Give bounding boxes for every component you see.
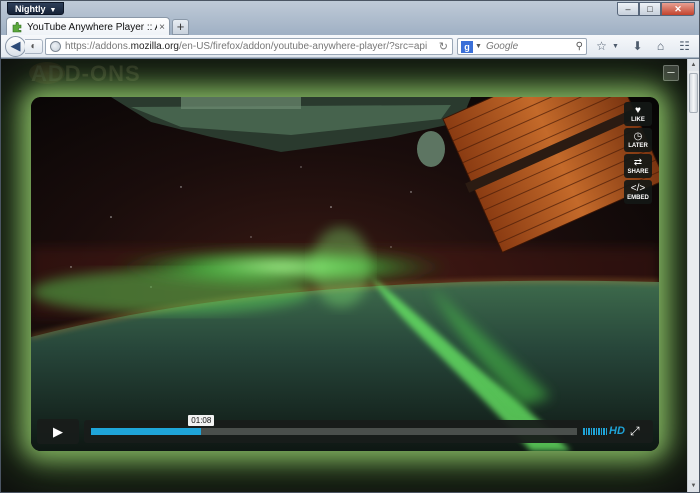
navigation-toolbar: ◀ ◐ https://addons.mozilla.org/en-US/fir… <box>1 35 699 58</box>
identity-icon: ◐ <box>30 41 37 52</box>
new-tab-button[interactable]: + <box>172 19 189 35</box>
tab-close-icon[interactable]: × <box>159 22 165 33</box>
scroll-up-icon[interactable]: ▲ <box>688 59 699 71</box>
video-player[interactable]: ♥ LIKE ◷ LATER ⇄ SHARE </> EMBED ▶ 01:08… <box>31 97 659 451</box>
title-bar: Nightly ▼ – □ ✕ YouTube Anywhere Player :… <box>1 1 699 36</box>
browser-window: Nightly ▼ – □ ✕ YouTube Anywhere Player :… <box>0 0 700 493</box>
progress-fill <box>91 428 202 435</box>
url-host: mozilla.org <box>130 41 179 52</box>
app-menu-label: Nightly <box>15 4 46 14</box>
progress-bar[interactable]: 01:08 <box>91 415 577 435</box>
url-path: /en-US/firefox/addon/youtube-anywhere-pl… <box>178 41 428 52</box>
share-label: SHARE <box>627 168 649 175</box>
window-controls: – □ ✕ <box>617 2 695 16</box>
url-bar[interactable]: https://addons.mozilla.org/en-US/firefox… <box>45 38 453 55</box>
code-icon: </> <box>630 182 646 194</box>
reload-icon[interactable]: ↻ <box>439 40 448 53</box>
control-bar: 01:08 HD ⤢ <box>84 415 653 443</box>
play-button[interactable]: ▶ <box>37 419 79 444</box>
addons-puzzle-icon <box>11 21 23 33</box>
embed-label: EMBED <box>627 194 649 201</box>
page-header: ADD-ONS <box>31 61 141 86</box>
side-actions: ♥ LIKE ◷ LATER ⇄ SHARE </> EMBED <box>624 102 654 206</box>
home-icon[interactable]: ⌂ <box>652 38 669 55</box>
search-icon[interactable]: ⚲ <box>576 41 583 52</box>
back-arrow-icon: ◀ <box>10 38 21 53</box>
scrollbar-thumb[interactable] <box>689 73 698 113</box>
chevron-down-icon[interactable]: ▼ <box>475 43 482 50</box>
url-prefix: https://addons. <box>65 41 131 52</box>
chevron-down-icon[interactable]: ▼ <box>607 38 624 55</box>
window-maximize-button[interactable]: □ <box>639 2 661 16</box>
volume-control[interactable] <box>583 428 607 435</box>
downloads-icon[interactable]: ⬇ <box>629 38 646 55</box>
share-icon: ⇄ <box>633 156 643 168</box>
share-button[interactable]: ⇄ SHARE <box>624 154 652 178</box>
clock-icon: ◷ <box>633 130 643 142</box>
app-menu-button[interactable]: Nightly ▼ <box>7 2 65 15</box>
tab-youtube-anywhere-player[interactable]: YouTube Anywhere Player :: Add-ons fo...… <box>6 17 170 36</box>
hd-toggle[interactable]: HD <box>609 425 625 437</box>
current-time-tooltip: 01:08 <box>188 415 215 426</box>
menu-icon[interactable]: ☷ <box>676 38 693 55</box>
play-icon: ▶ <box>53 424 63 439</box>
search-bar: g ▼ ⚲ <box>457 38 587 55</box>
window-close-button[interactable]: ✕ <box>661 2 695 16</box>
globe-icon <box>50 41 61 52</box>
watch-later-button[interactable]: ◷ LATER <box>624 128 652 152</box>
fullscreen-icon[interactable]: ⤢ <box>630 424 640 439</box>
page-content: ADD-ONS – ♥ LIKE ◷ LATER ⇄ SHARE </> EMB… <box>1 59 687 492</box>
chevron-down-icon: ▼ <box>49 7 57 14</box>
back-button[interactable]: ◀ <box>5 36 26 57</box>
heart-icon: ♥ <box>635 104 641 116</box>
url-text: https://addons.mozilla.org/en-US/firefox… <box>65 41 439 52</box>
vertical-scrollbar[interactable]: ▲ ▼ <box>687 59 699 492</box>
video-frame <box>31 97 659 451</box>
window-minimize-button[interactable]: – <box>617 2 639 16</box>
forward-button[interactable]: ◐ <box>25 39 43 54</box>
tab-title: YouTube Anywhere Player :: Add-ons fo... <box>27 21 157 33</box>
embed-button[interactable]: </> EMBED <box>624 180 652 204</box>
like-label: LIKE <box>631 116 645 123</box>
google-icon[interactable]: g <box>461 40 473 53</box>
player-controls: ▶ 01:08 HD ⤢ <box>37 415 653 445</box>
search-input[interactable] <box>485 41 570 52</box>
later-label: LATER <box>628 142 648 149</box>
like-button[interactable]: ♥ LIKE <box>624 102 652 126</box>
minimize-player-button[interactable]: – <box>663 65 679 81</box>
scroll-down-icon[interactable]: ▼ <box>688 480 699 492</box>
